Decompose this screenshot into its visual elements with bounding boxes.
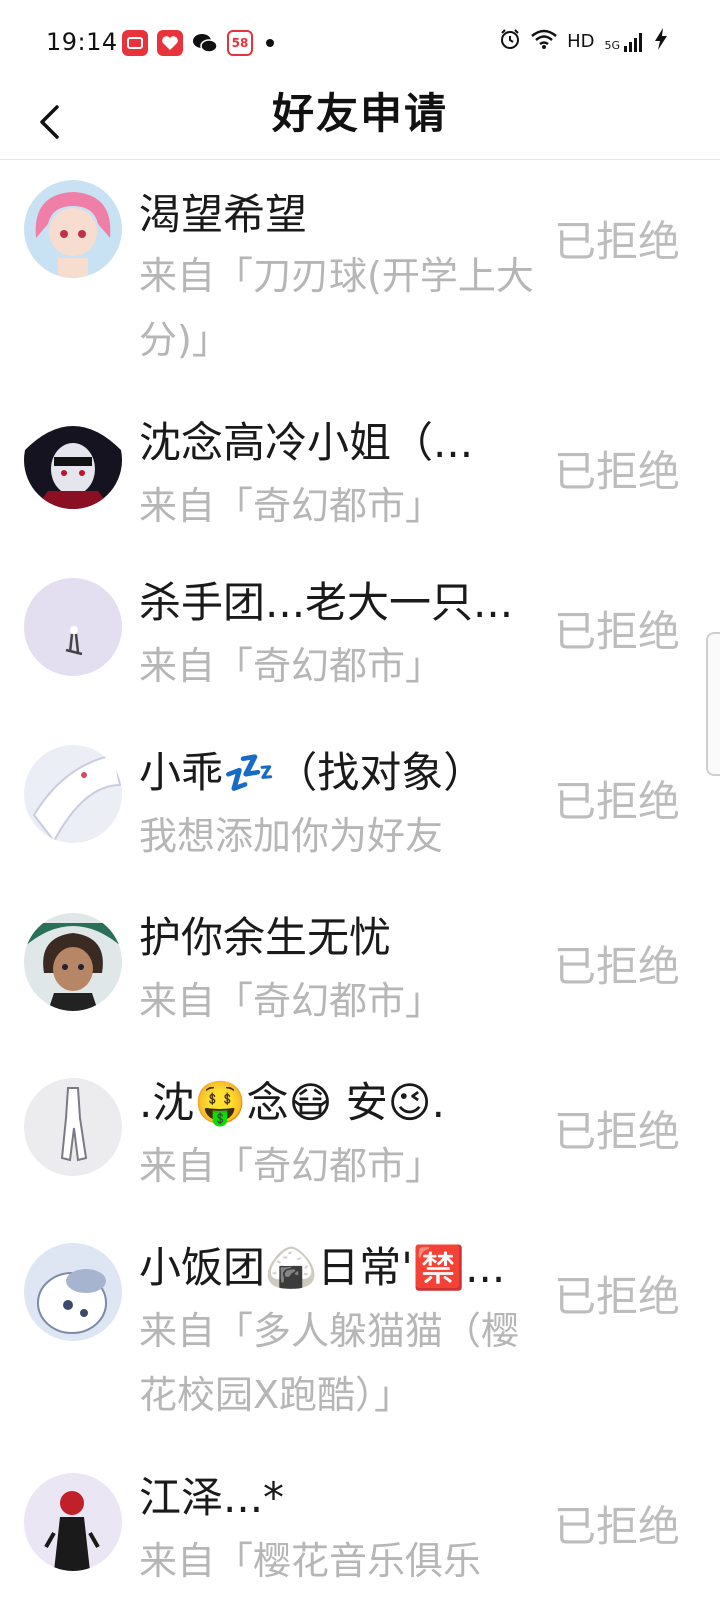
request-status: 已拒绝 <box>553 1272 680 1321</box>
list-item[interactable]: 杀手团...老大一只... 来自「奇幻都市」 已拒绝 <box>0 540 720 710</box>
request-source: 来自「多人躲猫猫（樱花校园X跑酷）」 <box>139 1309 520 1417</box>
avatar[interactable] <box>24 1078 122 1176</box>
network-label: 5G <box>604 38 620 52</box>
request-source: 我想添加你为好友 <box>139 814 444 858</box>
request-name: .沈🤑念😷 安😉. <box>139 1078 445 1127</box>
heart-app-icon <box>157 30 183 56</box>
request-name: 小乖💤（找对象） <box>139 748 486 797</box>
request-name: 江泽...* <box>139 1473 285 1522</box>
charging-icon <box>654 28 668 55</box>
avatar[interactable] <box>24 180 122 278</box>
avatar[interactable] <box>24 578 122 676</box>
hd-label: HD <box>567 31 595 52</box>
list-item[interactable]: 渴望希望 来自「刀刃球(开学上大分)」 已拒绝 <box>0 160 720 380</box>
request-status: 已拒绝 <box>553 942 680 991</box>
page-title: 好友申请 <box>271 89 448 138</box>
request-status: 已拒绝 <box>553 777 680 826</box>
request-source: 来自「奇幻都市」 <box>139 979 444 1023</box>
request-source: 来自「奇幻都市」 <box>139 1144 444 1188</box>
request-status: 已拒绝 <box>553 1107 680 1156</box>
list-item[interactable]: 护你余生无忧 来自「奇幻都市」 已拒绝 <box>0 875 720 1040</box>
list-item[interactable]: 小饭团🍙日常'🈲... 来自「多人躲猫猫（樱花校园X跑酷）」 已拒绝 <box>0 1205 720 1435</box>
request-name: 沈念高冷小姐（... <box>139 418 474 467</box>
avatar[interactable] <box>24 1473 122 1571</box>
wifi-icon <box>531 29 557 54</box>
system-status: HD 5G <box>499 28 668 55</box>
request-status: 已拒绝 <box>553 607 680 656</box>
request-source: 来自「刀刃球(开学上大分)」 <box>139 254 534 362</box>
request-status: 已拒绝 <box>553 447 680 496</box>
list-item[interactable]: 小乖💤（找对象） 我想添加你为好友 已拒绝 <box>0 710 720 875</box>
more-notifications-dot <box>266 39 274 47</box>
list-item[interactable]: 沈念高冷小姐（... 来自「奇幻都市」 已拒绝 <box>0 380 720 540</box>
status-time: 19:14 <box>46 28 118 56</box>
avatar[interactable] <box>24 1243 122 1341</box>
scrollbar[interactable] <box>706 632 720 776</box>
video-app-icon <box>122 30 148 56</box>
avatar[interactable] <box>24 913 122 1011</box>
wechat-icon <box>192 30 218 56</box>
request-source: 来自「奇幻都市」 <box>139 644 444 688</box>
request-status: 已拒绝 <box>553 217 680 266</box>
notification-icons: 58 <box>122 30 274 56</box>
request-name: 护你余生无忧 <box>139 913 392 962</box>
status-bar: 19:14 58 HD 5G <box>0 0 720 88</box>
alarm-icon <box>499 28 521 55</box>
signal-icon: 5G <box>604 32 644 52</box>
navigation-bar: 好友申请 <box>0 88 720 160</box>
avatar[interactable] <box>24 745 122 843</box>
list-item[interactable]: 江泽...* 来自「樱花音乐俱乐 已拒绝 <box>0 1435 720 1600</box>
request-name: 渴望希望 <box>139 190 308 239</box>
request-name: 小饭团🍙日常'🈲... <box>139 1243 506 1292</box>
request-source: 来自「樱花音乐俱乐 <box>139 1539 482 1583</box>
request-source: 来自「奇幻都市」 <box>139 484 444 528</box>
58-app-icon: 58 <box>227 30 253 56</box>
friend-request-list: 渴望希望 来自「刀刃球(开学上大分)」 已拒绝 沈念高冷小姐（... 来自「奇幻… <box>0 160 720 1600</box>
list-item[interactable]: .沈🤑念😷 安😉. 来自「奇幻都市」 已拒绝 <box>0 1040 720 1205</box>
request-status: 已拒绝 <box>553 1502 680 1551</box>
avatar[interactable] <box>24 411 122 509</box>
request-name: 杀手团...老大一只... <box>139 578 514 627</box>
